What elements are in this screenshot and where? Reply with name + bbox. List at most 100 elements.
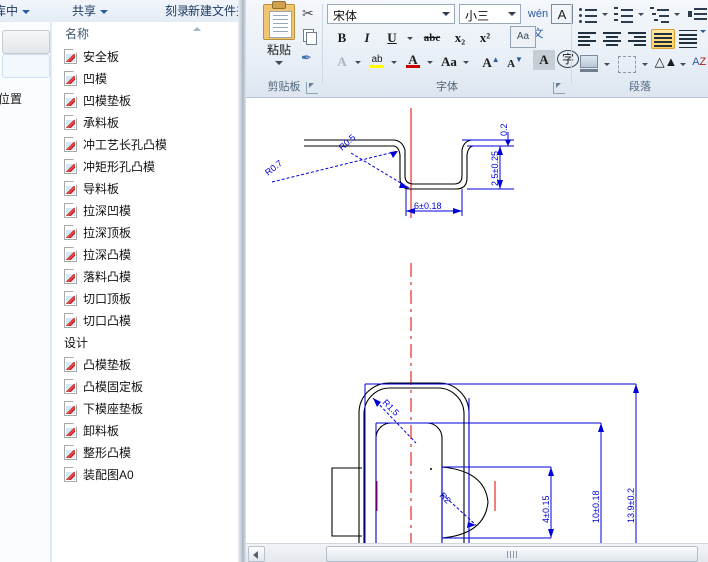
list-item[interactable]: 拉深凸模 xyxy=(52,244,245,266)
borders-icon xyxy=(618,56,636,73)
align-justify-button[interactable] xyxy=(651,29,675,49)
underline-button[interactable]: U xyxy=(381,28,403,48)
chevron-down-icon[interactable] xyxy=(604,63,610,66)
arrow-right-6 xyxy=(453,208,462,214)
cut-button[interactable]: ✂ xyxy=(298,3,320,23)
list-item[interactable]: 安全板 xyxy=(52,46,245,68)
list-item[interactable]: 拉深凹模 xyxy=(52,200,245,222)
toolbar-item-new-folder[interactable]: 新建文件夹 xyxy=(186,2,245,20)
cad-file-icon xyxy=(64,401,77,416)
borders-button[interactable] xyxy=(616,54,638,74)
list-item[interactable]: 装配图A0 xyxy=(52,464,245,486)
align-distribute-button[interactable] xyxy=(677,30,701,48)
list-item[interactable]: 凹模 xyxy=(52,68,245,90)
chevron-down-icon[interactable] xyxy=(275,61,283,65)
copy-button[interactable] xyxy=(298,26,320,46)
scrollbar-thumb[interactable] xyxy=(326,546,698,562)
toolbar-item-share[interactable]: 共享 xyxy=(70,2,110,20)
list-item[interactable]: 承料板 xyxy=(52,112,245,134)
dim-label-02: 0.2 xyxy=(499,123,509,136)
bullets-button[interactable] xyxy=(578,6,600,24)
phonetic-guide-button[interactable]: wén文 xyxy=(526,4,550,40)
superscript-button[interactable]: x² xyxy=(474,28,496,48)
multilevel-list-button[interactable] xyxy=(650,6,672,24)
dim-label-r15: R1.5 xyxy=(381,397,402,418)
nav-pane-item-placeholder-2[interactable] xyxy=(2,54,50,78)
file-list-pane[interactable]: 名称 安全板 凹模 凹模垫板 承料板 冲工艺长孔凸模 冲矩形孔凸模 导料板 拉深凹模 拉深顶板拉… xyxy=(51,22,245,562)
column-header-name[interactable]: 名称 xyxy=(65,25,89,42)
navigation-pane: 位置 xyxy=(0,22,51,562)
format-painter-button[interactable]: ✒ xyxy=(298,48,320,68)
font-name-combo[interactable]: 宋体 xyxy=(327,4,455,24)
chevron-down-icon[interactable] xyxy=(642,63,648,66)
chevron-down-icon[interactable] xyxy=(680,63,686,66)
line-spacing-button[interactable] xyxy=(700,30,706,33)
scroll-left-arrow-button[interactable] xyxy=(248,546,265,562)
align-right-button[interactable] xyxy=(626,30,650,48)
font-size-combo[interactable]: 小三 xyxy=(459,4,521,24)
character-shading-label: A xyxy=(539,52,549,67)
window-splitter[interactable] xyxy=(238,0,246,562)
sort-button[interactable]: AZ↓ xyxy=(690,52,708,74)
column-header-row: 名称 xyxy=(52,22,245,44)
part-left-tab xyxy=(331,467,362,537)
toolbar-item-library[interactable]: 库中 xyxy=(0,2,32,20)
ribbon-group-font-title: 字体 xyxy=(436,81,458,93)
paste-button[interactable]: 粘贴 xyxy=(256,1,302,65)
clipboard-dialog-launcher[interactable] xyxy=(306,82,318,94)
list-item[interactable]: 凸模垫板 xyxy=(52,354,245,376)
character-shading-button[interactable]: A xyxy=(533,50,555,70)
superscript-label: x² xyxy=(479,30,491,45)
text-highlight-button[interactable]: ab xyxy=(366,50,388,70)
chevron-down-icon[interactable] xyxy=(355,61,361,64)
grow-font-button[interactable]: A▲ xyxy=(480,50,502,70)
shading-button[interactable] xyxy=(578,54,600,74)
chevron-down-icon[interactable] xyxy=(427,61,433,64)
show-paragraph-marks-button[interactable]: △▲ xyxy=(654,52,678,74)
clear-formatting-button[interactable]: Aa xyxy=(510,26,536,48)
shrink-font-button[interactable]: A▼ xyxy=(504,50,526,70)
list-item[interactable]: 卸料板 xyxy=(52,420,245,442)
list-item[interactable]: 拉深顶板 xyxy=(52,222,245,244)
list-item[interactable]: 冲工艺长孔凸模 xyxy=(52,134,245,156)
chevron-down-icon[interactable] xyxy=(638,13,644,16)
toolbar-item-share-label: 共享 xyxy=(72,4,97,18)
list-item[interactable]: 下模座垫板 xyxy=(52,398,245,420)
text-effects-button[interactable]: A xyxy=(331,52,353,72)
align-left-button[interactable] xyxy=(576,30,600,48)
font-color-button[interactable]: A xyxy=(402,50,424,70)
chevron-down-icon xyxy=(442,12,450,16)
toolbar-item-library-label: 库中 xyxy=(0,4,19,18)
font-name-value: 宋体 xyxy=(333,9,358,23)
subscript-button[interactable]: x₂ xyxy=(449,28,471,48)
list-item[interactable]: 冲矩形孔凸模 xyxy=(52,156,245,178)
chevron-down-icon[interactable] xyxy=(463,61,469,64)
document-canvas[interactable]: R0.7 R0.5 6±0.18 2.5±0.25 0.2 R1.5 R2 4±… xyxy=(246,98,708,544)
list-item[interactable]: 导料板 xyxy=(52,178,245,200)
change-case-button[interactable]: Aa xyxy=(436,52,462,72)
list-item[interactable]: 凹模垫板 xyxy=(52,90,245,112)
font-dialog-launcher[interactable] xyxy=(553,82,565,94)
chevron-down-icon[interactable] xyxy=(391,61,397,64)
character-border-button[interactable]: A xyxy=(551,4,573,24)
strikethrough-button[interactable]: abc xyxy=(418,28,446,48)
chevron-down-icon[interactable] xyxy=(602,13,608,16)
decrease-indent-button[interactable] xyxy=(688,6,708,24)
list-item[interactable]: W设计 xyxy=(52,332,245,354)
list-item[interactable]: 落料凸模 xyxy=(52,266,245,288)
align-center-button[interactable] xyxy=(601,30,625,48)
list-item[interactable]: 切口顶板 xyxy=(52,288,245,310)
chevron-down-icon[interactable] xyxy=(674,13,680,16)
nav-pane-item-placeholder-1[interactable] xyxy=(2,30,50,54)
numbering-button[interactable] xyxy=(614,6,636,24)
italic-button[interactable]: I xyxy=(356,28,378,48)
list-item[interactable]: 切口凸模 xyxy=(52,310,245,332)
word-document-window: 粘贴 ✂ ✒ 剪贴板 宋体 小三 wén文 A B I U abc x₂ x² … xyxy=(246,0,708,562)
horizontal-scrollbar[interactable] xyxy=(246,543,708,562)
list-item[interactable]: 整形凸模 xyxy=(52,442,245,464)
list-item[interactable]: 凸模固定板 xyxy=(52,376,245,398)
font-size-value: 小三 xyxy=(465,9,490,23)
chevron-down-icon[interactable] xyxy=(407,37,413,40)
bold-button[interactable]: B xyxy=(331,28,353,48)
clipboard-icon xyxy=(263,1,295,40)
